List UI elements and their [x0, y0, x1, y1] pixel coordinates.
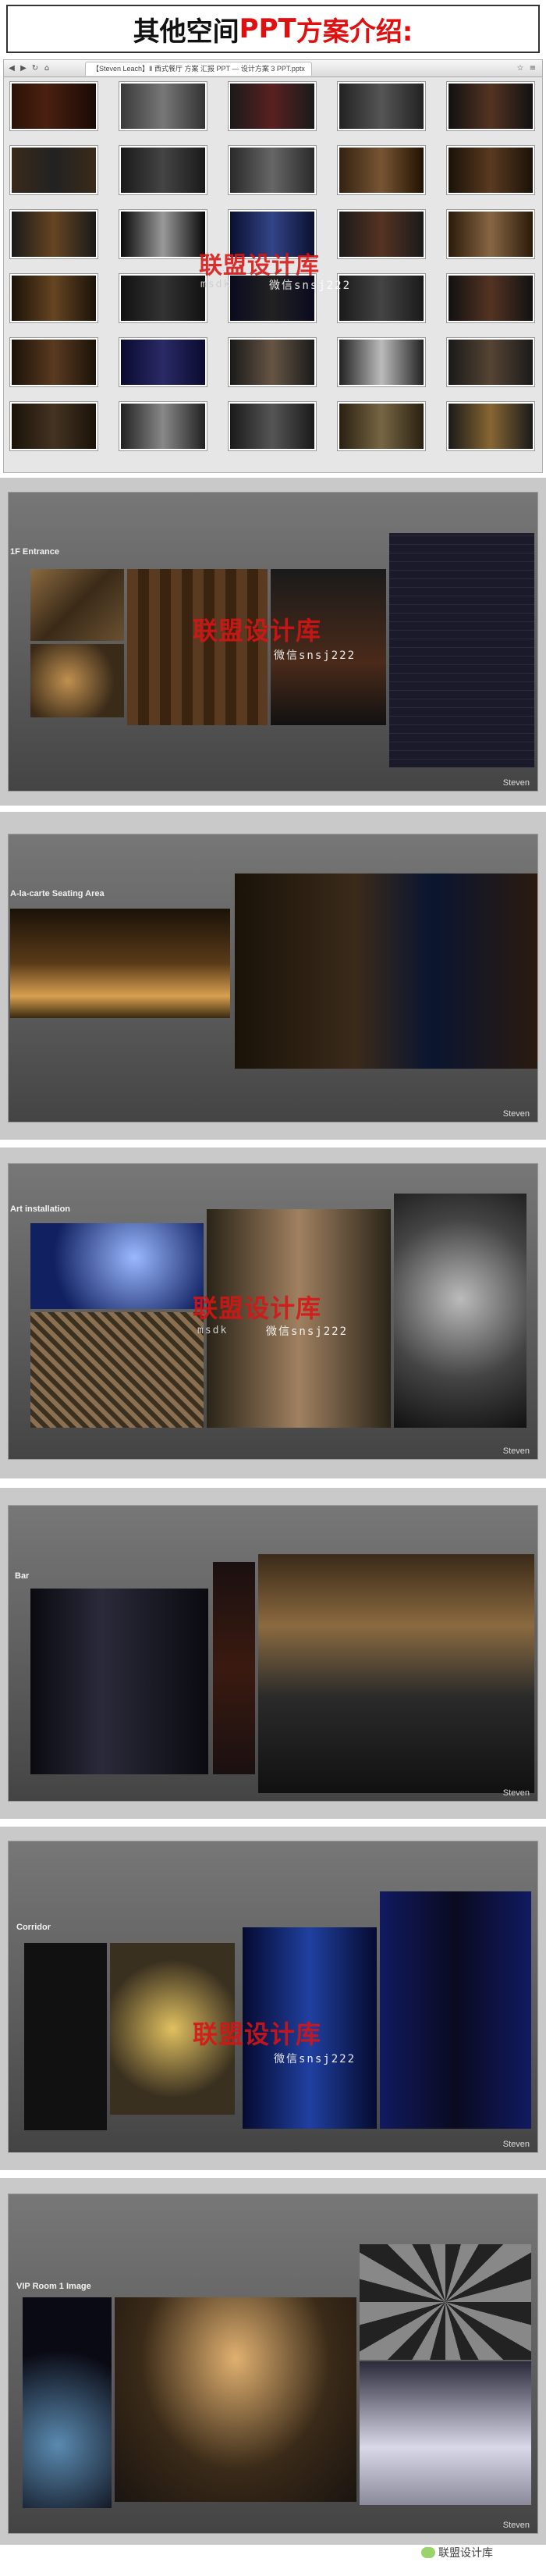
photo-doorknob — [30, 644, 124, 717]
star-icon[interactable]: ☆ — [516, 64, 525, 73]
title-part1: 其他空间 — [133, 16, 239, 48]
watermark-brand: 联盟设计库 — [193, 1293, 322, 1323]
photo-vip-chair — [23, 2297, 112, 2508]
home-icon[interactable]: ⌂ — [42, 64, 51, 73]
slide-thumbnail[interactable] — [10, 210, 98, 258]
watermark-brand: 联盟设计库 — [199, 252, 320, 279]
slide-title: Art installation — [10, 1204, 71, 1214]
slide-frame: Corridor 联盟设计库 微信snsj222 Steven — [0, 1827, 546, 2170]
footer-logo: 联盟设计库 — [421, 2545, 493, 2560]
slide-title: Corridor — [16, 1923, 51, 1932]
photo-dark-strip — [213, 1562, 255, 1774]
slide-title: A-la-carte Seating Area — [10, 889, 105, 898]
slide-thumbnail[interactable] — [447, 146, 534, 194]
slide-title: 1F Entrance — [10, 547, 59, 557]
slide-frame: Bar Steven — [0, 1488, 546, 1819]
slide-thumbnail[interactable] — [229, 338, 316, 386]
slide-footer: Steven — [502, 1109, 530, 1119]
slide-frame: Art installation 联盟设计库 msdk 微信snsj222 St… — [0, 1147, 546, 1478]
refresh-icon[interactable]: ↻ — [30, 64, 40, 73]
slide-seating: A-la-carte Seating Area Steven — [8, 834, 538, 1123]
document-tab[interactable]: 【Steven Leach】Ⅱ 西式餐厅 方案 汇报 PPT — 设计方案 3 … — [85, 61, 312, 76]
slide-art: Art installation 联盟设计库 msdk 微信snsj222 St… — [8, 1163, 538, 1460]
photo-bar-counter — [258, 1554, 534, 1793]
photo-glass-bird — [30, 1223, 204, 1309]
slide-thumbnail[interactable] — [447, 402, 534, 450]
slide-thumbnail[interactable] — [229, 402, 316, 450]
slide-footer: Steven — [502, 778, 530, 788]
slide-entrance: 1F Entrance 联盟设计库 微信snsj222 Steven — [8, 492, 538, 792]
photo-sculpture-texture — [30, 1312, 204, 1428]
slide-footer: Steven — [502, 1788, 530, 1798]
wechat-icon — [421, 2547, 435, 2558]
watermark-sub-left: msdk — [200, 279, 232, 290]
photo-dining-table — [360, 2361, 531, 2505]
slide-thumbnail[interactable] — [10, 338, 98, 386]
slide-corridor: Corridor 联盟设计库 微信snsj222 Steven — [8, 1841, 538, 2153]
slide-footer: Steven — [502, 2140, 530, 2149]
watermark-sub-right: 微信snsj222 — [269, 279, 352, 292]
slide-thumbnail[interactable] — [119, 146, 207, 194]
page-title: 其他空间 PPT 方案介绍: — [6, 5, 540, 53]
photo-ceiling-detail — [360, 2244, 531, 2360]
slide-title: VIP Room 1 Image — [16, 2282, 91, 2291]
watermark-sub-right: 微信snsj222 — [274, 649, 356, 662]
slide-footer: Steven — [502, 2521, 530, 2530]
watermark-sub-right: 微信snsj222 — [266, 1325, 349, 1338]
slide-bar: Bar Steven — [8, 1505, 538, 1802]
slide-thumbnail[interactable] — [447, 338, 534, 386]
slide-frame: 1F Entrance 联盟设计库 微信snsj222 Steven — [0, 478, 546, 806]
slide-vip: VIP Room 1 Image Steven — [8, 2194, 538, 2534]
slide-thumbnail[interactable] — [338, 338, 425, 386]
slide-thumbnail[interactable] — [119, 210, 207, 258]
ppt-window: ◀ ▶ ↻ ⌂ 【Steven Leach】Ⅱ 西式餐厅 方案 汇报 PPT —… — [3, 59, 543, 473]
slide-thumbnail[interactable] — [119, 82, 207, 130]
tab-bar: ◀ ▶ ↻ ⌂ 【Steven Leach】Ⅱ 西式餐厅 方案 汇报 PPT —… — [4, 60, 542, 77]
slide-frame: A-la-carte Seating Area Steven — [0, 812, 546, 1140]
slide-thumbnail[interactable] — [119, 402, 207, 450]
photo-bar-lounge — [30, 1589, 208, 1774]
slide-thumbnail[interactable] — [447, 274, 534, 322]
slide-thumbnail[interactable] — [338, 82, 425, 130]
slide-thumbnail[interactable] — [338, 146, 425, 194]
photo-wire-horse — [394, 1194, 526, 1428]
menu-icon[interactable]: ≡ — [528, 64, 537, 73]
slide-thumbnail[interactable] — [338, 210, 425, 258]
watermark-brand: 联盟设计库 — [193, 2019, 322, 2049]
photo-facade-drawing — [389, 533, 534, 767]
slide-thumbnail[interactable] — [447, 210, 534, 258]
watermark-sub-left: msdk — [197, 1325, 229, 1336]
slide-thumbnail[interactable] — [10, 82, 98, 130]
slide-frame: VIP Room 1 Image Steven — [0, 2178, 546, 2545]
photo-wood-door — [127, 569, 268, 725]
slide-thumbnail[interactable] — [447, 82, 534, 130]
photo-carving — [30, 569, 124, 641]
slide-thumbnail[interactable] — [119, 274, 207, 322]
watermark-sub-right: 微信snsj222 — [274, 2053, 356, 2065]
photo-louvre-pyramid — [10, 909, 230, 1018]
title-part2: PPT — [239, 13, 296, 44]
photo-restaurant-interior — [235, 873, 537, 1069]
slide-thumbnail[interactable] — [10, 402, 98, 450]
slide-title: Bar — [15, 1571, 30, 1581]
photo-blue-hallway — [380, 1891, 531, 2129]
photo-chandelier-room — [115, 2297, 356, 2502]
slide-thumbnail[interactable] — [119, 338, 207, 386]
slide-footer: Steven — [502, 1446, 530, 1456]
slide-thumbnail[interactable] — [10, 146, 98, 194]
slide-thumbnail[interactable] — [338, 402, 425, 450]
slide-thumbnail[interactable] — [229, 82, 316, 130]
slide-sorter: 联盟设计库 msdk 微信snsj222 — [4, 77, 542, 472]
title-part3: 方案介绍: — [296, 16, 413, 48]
slide-thumbnail[interactable] — [10, 274, 98, 322]
forward-icon[interactable]: ▶ — [19, 64, 28, 73]
back-icon[interactable]: ◀ — [7, 64, 16, 73]
watermark-brand: 联盟设计库 — [193, 616, 322, 646]
footer-label: 联盟设计库 — [438, 2547, 493, 2560]
slide-thumbnail[interactable] — [229, 146, 316, 194]
photo-plates — [24, 1943, 107, 2130]
